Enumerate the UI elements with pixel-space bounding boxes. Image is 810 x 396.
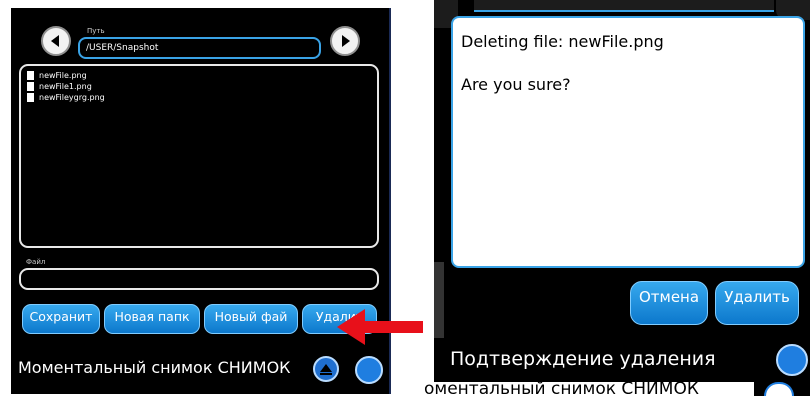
status-title: Моментальный снимок СНИМОК — [18, 358, 291, 377]
file-list-item[interactable]: newFile1.png — [27, 81, 377, 92]
menu-circle-button[interactable] — [355, 356, 383, 384]
delete-message: Deleting file: newFile.png — [461, 32, 664, 51]
file-name-input[interactable] — [19, 268, 379, 290]
confirm-delete-button[interactable]: Удалить — [715, 281, 799, 325]
file-name: newFile.png — [39, 71, 87, 80]
confirm-dialog-message-box: Deleting file: newFile.png Are you sure? — [451, 16, 805, 268]
red-arrow-icon — [337, 309, 423, 345]
file-icon — [27, 93, 34, 102]
cancel-button[interactable]: Отмена — [630, 281, 708, 325]
new-folder-button[interactable]: Новая папк — [104, 304, 200, 334]
file-list-item[interactable]: newFileygrg.png — [27, 92, 377, 103]
forward-arrow-icon — [342, 35, 350, 47]
background-path-fragment — [474, 0, 774, 12]
back-arrow-icon — [51, 35, 59, 47]
path-label: Путь — [87, 27, 105, 35]
background-status-fragment: оментальный снимок СНИМОК — [424, 382, 754, 396]
file-name: newFile1.png — [39, 82, 92, 91]
dialog-circle-button[interactable] — [776, 344, 808, 376]
file-icon — [27, 71, 34, 80]
scroll-up-button[interactable] — [313, 356, 339, 382]
path-input[interactable]: /USER/Snapshot — [78, 37, 321, 59]
file-name: newFileygrg.png — [39, 93, 105, 102]
file-list-item[interactable]: newFile.png — [27, 70, 377, 81]
back-button[interactable] — [41, 26, 71, 56]
background-list-fragment — [434, 262, 444, 338]
file-browser-panel: Путь /USER/Snapshot newFile.png newFile1… — [11, 8, 391, 394]
file-icon — [27, 82, 34, 91]
up-arrow-icon — [320, 364, 332, 375]
forward-button[interactable] — [330, 26, 360, 56]
save-button[interactable]: Сохранит — [22, 304, 100, 334]
confirm-question: Are you sure? — [461, 75, 571, 94]
new-file-button[interactable]: Новый фай — [204, 304, 298, 334]
dialog-title: Подтверждение удаления — [450, 348, 716, 370]
file-label: Файл — [26, 258, 46, 266]
background-circle-fragment — [764, 382, 794, 396]
file-list[interactable]: newFile.png newFile1.png newFileygrg.png — [19, 64, 379, 248]
